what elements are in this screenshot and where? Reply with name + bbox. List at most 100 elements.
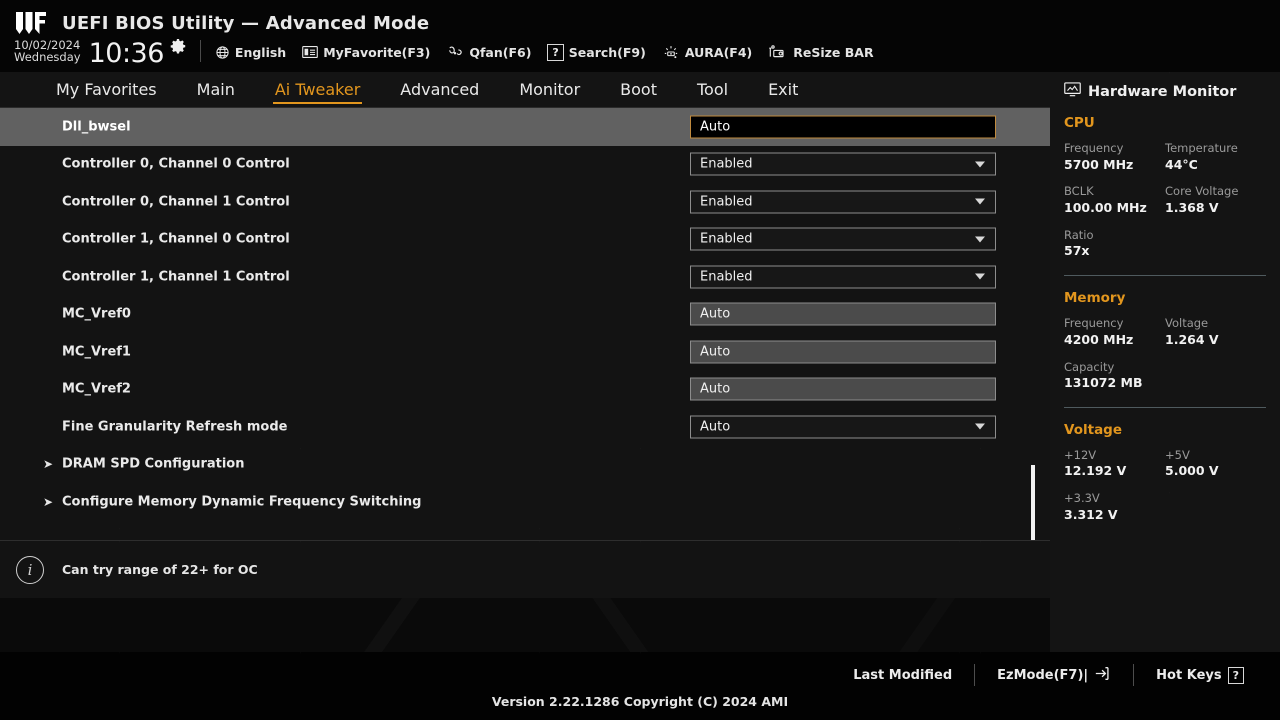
hardware-monitor-title: Hardware Monitor [1088,83,1237,100]
setting-value-input[interactable]: Auto [690,340,996,364]
setting-row-fine-granularity-refresh-mode[interactable]: Fine Granularity Refresh mode Auto [0,408,1050,446]
setting-value-input[interactable]: Auto [690,115,996,139]
setting-value-dropdown[interactable]: Auto [690,415,996,439]
clock-text: 10:36 [88,37,165,69]
header-item-myfavorite[interactable]: MyFavorite(F3) [302,45,430,60]
setting-value-input[interactable]: Auto [690,302,996,326]
tab-exit[interactable]: Exit [748,72,818,108]
submenu-arrow-icon: ➤ [43,457,54,472]
chevron-down-icon [975,236,985,243]
hwmon-entry-key: Frequency [1064,316,1124,331]
setting-row-configure-memory-dynamic-frequency-switching[interactable]: ➤ Configure Memory Dynamic Frequency Swi… [0,483,1050,521]
header-item-search[interactable]: ? Search(F9) [547,43,646,61]
setting-label: Controller 1, Channel 1 Control [62,269,290,285]
resize-bar-icon [768,44,788,60]
ezmode-button[interactable]: EzMode(F7)| [975,666,1133,685]
chevron-down-icon [975,273,985,280]
hwmon-entry-value: 12.192 V [1064,463,1127,479]
setting-label: Controller 0, Channel 0 Control [62,156,290,172]
header-item-label: Qfan(F6) [469,44,532,60]
hwmon-entry-value: 57x [1064,243,1090,259]
setting-label: Fine Granularity Refresh mode [62,419,288,435]
hwmon-section-cpu: CPU Frequency 5700 MHz Temperature 44°C … [1050,115,1280,277]
setting-row-dll-bwsel[interactable]: Dll_bwsel Auto [0,108,1050,146]
setting-value-text: Auto [700,381,731,397]
hwmon-section-memory: Memory Frequency 4200 MHz Voltage 1.264 … [1050,290,1280,408]
hwmon-entry-12v: +12V 12.192 V [1064,448,1165,480]
hwmon-entry-value: 1.368 V [1165,199,1219,215]
hwmon-entry-key: +5V [1165,447,1190,462]
footer-bar: Last Modified EzMode(F7)| Hot Keys ? [0,652,1280,720]
hardware-monitor-header: Hardware Monitor [1050,72,1280,101]
ezmode-label: EzMode(F7)| [997,667,1089,683]
setting-value-text: Auto [700,306,731,322]
setting-row-controller1-channel1[interactable]: Controller 1, Channel 1 Control Enabled [0,258,1050,296]
hwmon-entry-value: 100.00 MHz [1064,199,1147,215]
hwmon-entry-key: +3.3V [1064,491,1100,506]
hwmon-entries: +12V 12.192 V +5V 5.000 V +3.3V 3.312 V [1064,448,1266,535]
hwmon-entry-3-3v: +3.3V 3.312 V [1064,491,1266,523]
question-box-icon: ? [547,43,564,61]
setting-row-mc-vref0[interactable]: MC_Vref0 Auto [0,296,1050,334]
tab-monitor[interactable]: Monitor [499,72,600,108]
hwmon-entry-value: 44°C [1165,156,1198,172]
header-meta-row: 10/02/2024 Wednesday 10:36 English MyFav… [14,36,874,68]
setting-label: MC_Vref2 [62,381,131,397]
header-item-label: English [234,44,287,60]
setting-row-controller0-channel0[interactable]: Controller 0, Channel 0 Control Enabled [0,146,1050,184]
tab-my-favorites[interactable]: My Favorites [36,72,177,108]
setting-row-mc-vref2[interactable]: MC_Vref2 Auto [0,371,1050,409]
favorites-list-icon [302,45,319,59]
tab-advanced[interactable]: Advanced [380,72,499,108]
hwmon-entry-key: BCLK [1064,184,1094,199]
scrollbar-thumb[interactable] [1031,465,1035,541]
chevron-down-icon [975,198,985,205]
tab-ai-tweaker[interactable]: Ai Tweaker [255,72,380,108]
header-item-resize-bar[interactable]: ReSize BAR [768,44,874,60]
header-item-label: Search(F9) [568,44,646,60]
header-item-label: MyFavorite(F3) [323,44,431,60]
hwmon-entry-capacity: Capacity 131072 MB [1064,360,1266,392]
hwmon-entries: Frequency 5700 MHz Temperature 44°C BCLK… [1064,141,1266,271]
setting-value-input[interactable]: Auto [690,377,996,401]
tab-tool[interactable]: Tool [677,72,748,108]
tab-boot[interactable]: Boot [600,72,677,108]
setting-label: Dll_bwsel [62,119,131,135]
setting-value-text: Enabled [700,269,753,285]
chevron-down-icon [975,161,985,168]
header-item-english[interactable]: English [215,45,286,60]
monitor-icon [1064,82,1081,101]
gear-icon[interactable] [170,38,186,58]
setting-row-controller1-channel0[interactable]: Controller 1, Channel 0 Control Enabled [0,221,1050,259]
hwmon-entry-key: Capacity [1064,359,1115,374]
hwmon-entry-key: +12V [1064,447,1097,462]
hot-keys-button[interactable]: Hot Keys ? [1134,666,1266,684]
globe-icon [215,45,230,60]
hwmon-section-title: Memory [1064,290,1126,307]
hwmon-section-title: Voltage [1064,421,1122,438]
setting-label: Controller 1, Channel 0 Control [62,231,290,247]
last-modified-label: Last Modified [853,667,953,683]
tab-main[interactable]: Main [177,72,255,108]
hwmon-entry-voltage: Voltage 1.264 V [1165,316,1266,348]
page-title: UEFI BIOS Utility — Advanced Mode [62,12,430,34]
setting-value-dropdown[interactable]: Enabled [690,152,996,176]
setting-label: Controller 0, Channel 1 Control [62,194,290,210]
setting-label: MC_Vref0 [62,306,131,322]
setting-value-text: Auto [700,419,731,435]
header-item-aura[interactable]: AURA(F4) [662,44,752,60]
hwmon-entry-frequency: Frequency 5700 MHz [1064,141,1165,173]
setting-value-dropdown[interactable]: Enabled [690,190,996,214]
hwmon-divider [1064,275,1266,277]
setting-row-controller0-channel1[interactable]: Controller 0, Channel 1 Control Enabled [0,183,1050,221]
setting-value-dropdown[interactable]: Enabled [690,227,996,251]
header-item-label: AURA(F4) [684,44,753,60]
setting-row-dram-spd-configuration[interactable]: ➤ DRAM SPD Configuration [0,446,1050,484]
header-item-qfan[interactable]: Qfan(F6) [446,45,531,60]
setting-value-dropdown[interactable]: Enabled [690,265,996,289]
hwmon-section-voltage: Voltage +12V 12.192 V +5V 5.000 V +3.3V … [1050,422,1280,535]
last-modified-button[interactable]: Last Modified [831,668,974,683]
setting-row-mc-vref1[interactable]: MC_Vref1 Auto [0,333,1050,371]
chevron-down-icon [975,423,985,430]
help-text: Can try range of 22+ for OC [62,562,258,577]
